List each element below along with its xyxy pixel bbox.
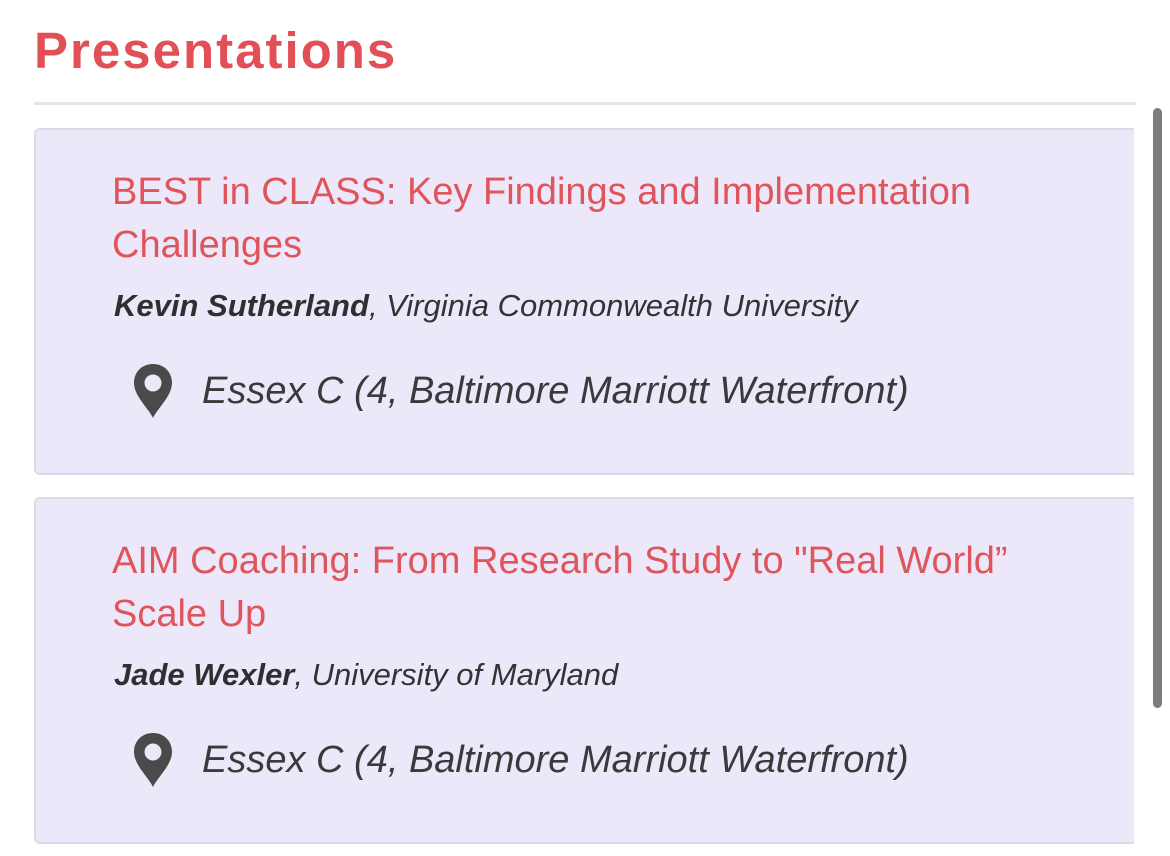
location-row: Essex C (4, Baltimore Marriott Waterfron… (132, 360, 909, 422)
presenter-name: Kevin Sutherland (114, 288, 369, 323)
page-title: Presentations (34, 22, 398, 79)
presenter-line: Jade Wexler, University of Maryland (114, 657, 618, 693)
title-divider (34, 102, 1136, 105)
map-pin-icon (134, 733, 172, 787)
presenter-affiliation: , Virginia Commonwealth University (368, 288, 858, 323)
location-text: Essex C (4, Baltimore Marriott Waterfron… (202, 739, 909, 781)
presentation-card[interactable]: AIM Coaching: From Research Study to "Re… (34, 497, 1134, 844)
map-pin-icon (134, 364, 172, 418)
location-text: Essex C (4, Baltimore Marriott Waterfron… (202, 370, 909, 412)
presentation-title-link[interactable]: AIM Coaching: From Research Study to "Re… (112, 535, 1112, 641)
presenter-line: Kevin Sutherland, Virginia Commonwealth … (114, 288, 858, 324)
vertical-scrollbar[interactable] (1153, 108, 1162, 708)
presenter-affiliation: , University of Maryland (294, 657, 619, 692)
presentation-title-link[interactable]: BEST in CLASS: Key Findings and Implemen… (112, 166, 1112, 272)
location-row: Essex C (4, Baltimore Marriott Waterfron… (132, 729, 909, 791)
presentation-card[interactable]: BEST in CLASS: Key Findings and Implemen… (34, 128, 1134, 475)
presenter-name: Jade Wexler (114, 657, 295, 692)
